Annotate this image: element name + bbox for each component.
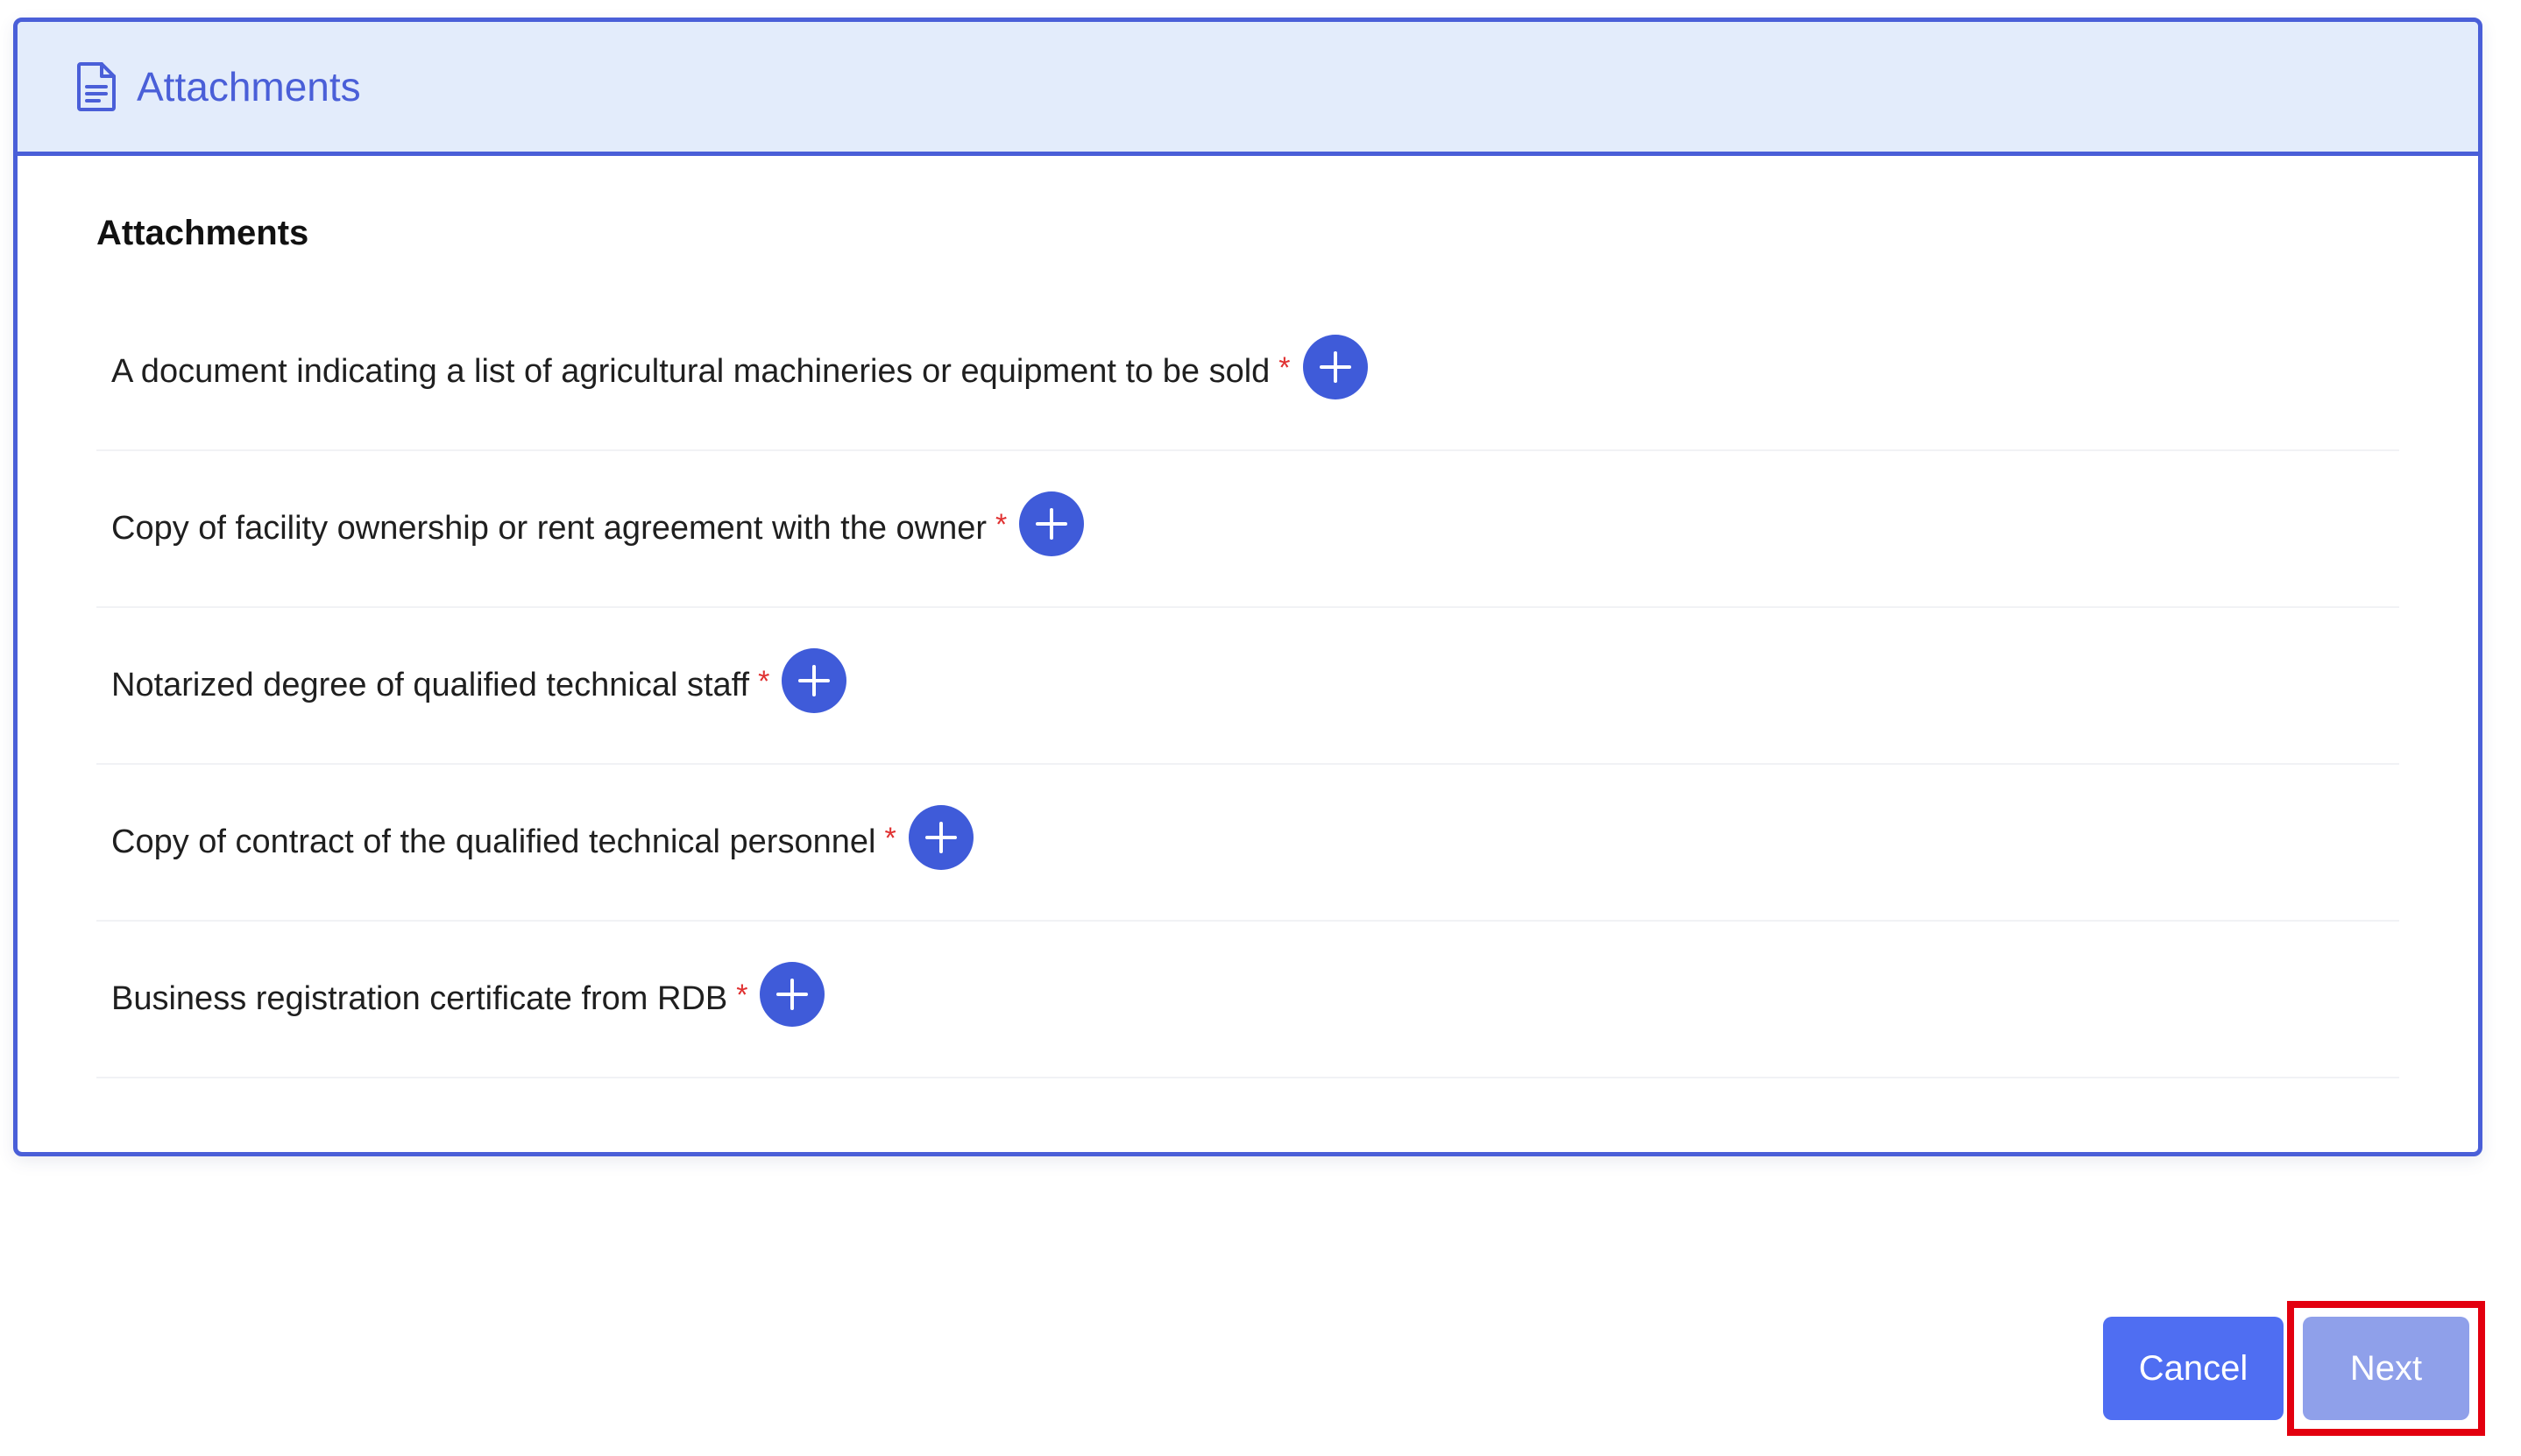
add-attachment-button[interactable] — [760, 961, 825, 1027]
header-title: Attachments — [137, 64, 361, 110]
required-marker: * — [884, 822, 896, 855]
card-header: Attachments — [18, 22, 2478, 156]
add-attachment-button[interactable] — [908, 804, 974, 870]
attachment-row: Business registration certificate from R… — [96, 922, 2399, 1078]
plus-icon — [798, 664, 831, 696]
add-attachment-button[interactable] — [1302, 334, 1368, 399]
attachment-row: A document indicating a list of agricult… — [96, 294, 2399, 451]
plus-icon — [776, 978, 809, 1010]
document-icon — [75, 61, 117, 112]
attachment-row: Copy of facility ownership or rent agree… — [96, 451, 2399, 608]
required-marker: * — [995, 508, 1008, 541]
attachment-label: Notarized degree of qualified technical … — [111, 667, 750, 703]
attachment-row: Notarized degree of qualified technical … — [96, 608, 2399, 765]
plus-icon — [1319, 350, 1351, 383]
required-marker: * — [758, 665, 770, 698]
cancel-button[interactable]: Cancel — [2103, 1317, 2284, 1420]
attachment-label: Copy of facility ownership or rent agree… — [111, 510, 988, 547]
add-attachment-button[interactable] — [782, 647, 847, 713]
required-marker: * — [1278, 351, 1291, 385]
plus-icon — [1036, 507, 1068, 540]
attachment-row: Copy of contract of the qualified techni… — [96, 765, 2399, 922]
required-marker: * — [736, 979, 748, 1012]
attachments-card: Attachments Attachments A document indic… — [13, 18, 2482, 1156]
attachment-label: Business registration certificate from R… — [111, 980, 728, 1017]
plus-icon — [924, 821, 957, 853]
section-title: Attachments — [96, 214, 309, 252]
card-body: Attachments A document indicating a list… — [18, 156, 2478, 1078]
add-attachment-button[interactable] — [1019, 491, 1085, 556]
attachment-list: A document indicating a list of agricult… — [96, 294, 2399, 1078]
attachment-label: A document indicating a list of agricult… — [111, 353, 1271, 390]
next-button[interactable]: Next — [2303, 1317, 2469, 1420]
attachment-label: Copy of contract of the qualified techni… — [111, 823, 876, 860]
